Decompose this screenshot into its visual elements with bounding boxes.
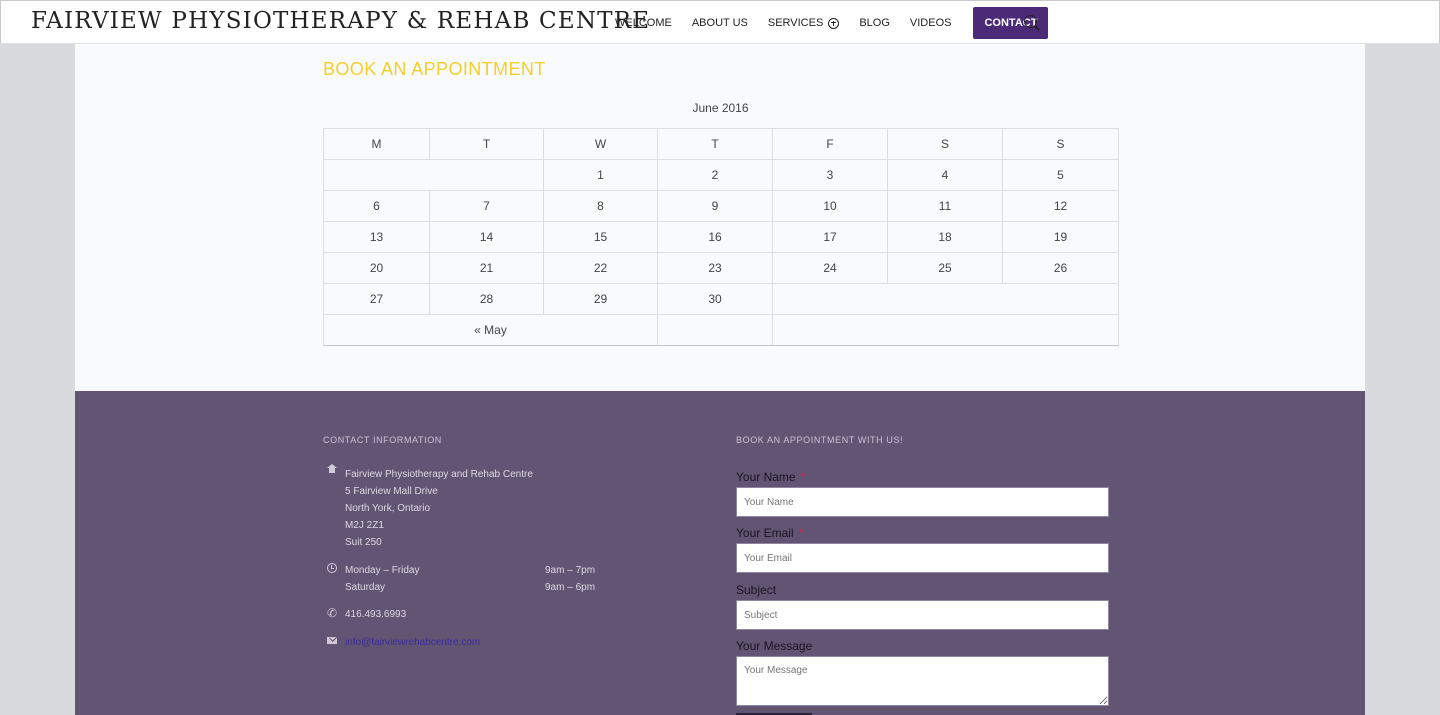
- email-input[interactable]: [736, 543, 1109, 573]
- booking-section: BOOK AN APPOINTMENT June 2016 M T W T F …: [75, 44, 1365, 391]
- calendar-nav-pad: [657, 314, 773, 346]
- booking-form-heading: BOOK AN APPOINTMENT WITH US!: [736, 435, 904, 445]
- calendar-day[interactable]: 14: [429, 221, 544, 253]
- calendar-day[interactable]: 30: [657, 283, 773, 315]
- site-header: FAIRVIEW PHYSIOTHERAPY & REHAB CENTRE WE…: [0, 0, 1440, 44]
- email-label-text: Your Email: [736, 526, 794, 540]
- main-nav: WELCOME ABOUT US SERVICES BLOG VIDEOS CO…: [615, 1, 1049, 45]
- weekday-header: S: [887, 128, 1003, 160]
- calendar-day[interactable]: 1: [543, 159, 658, 191]
- booking-title: BOOK AN APPOINTMENT: [323, 59, 546, 79]
- calendar-day[interactable]: 20: [323, 252, 430, 284]
- calendar-day[interactable]: 13: [323, 221, 430, 253]
- calendar-prev-month-link[interactable]: « May: [323, 314, 658, 346]
- calendar-pad-cell: [772, 283, 1119, 315]
- calendar-day[interactable]: 2: [657, 159, 773, 191]
- required-mark: *: [798, 526, 804, 540]
- calendar-week-row: 1 2 3 4 5: [323, 159, 1119, 191]
- calendar-weekday-row: M T W T F S S: [323, 128, 1119, 160]
- hours-block: Monday – Friday 9am – 7pm Saturday 9am –…: [345, 562, 615, 596]
- contact-info-heading: CONTACT INFORMATION: [323, 435, 442, 445]
- calendar-day[interactable]: 16: [657, 221, 773, 253]
- calendar-next-month-cell: [772, 314, 1119, 346]
- calendar-day[interactable]: 27: [323, 283, 430, 315]
- message-textarea[interactable]: [736, 656, 1109, 706]
- calendar-day[interactable]: 6: [323, 190, 430, 222]
- weekday-header: M: [323, 128, 430, 160]
- calendar-day[interactable]: 3: [772, 159, 888, 191]
- subject-input[interactable]: [736, 600, 1109, 630]
- required-mark: *: [800, 470, 806, 484]
- weekday-header: T: [657, 128, 773, 160]
- calendar-nav-row: « May: [323, 314, 1119, 346]
- weekday-header: F: [772, 128, 888, 160]
- calendar-day[interactable]: 10: [772, 190, 888, 222]
- calendar-day[interactable]: 8: [543, 190, 658, 222]
- nav-services-label: SERVICES: [767, 17, 824, 29]
- calendar-week-row: 13 14 15 16 17 18 19: [323, 221, 1119, 253]
- calendar-day[interactable]: 26: [1002, 252, 1119, 284]
- calendar-day[interactable]: 18: [887, 221, 1003, 253]
- message-label: Your Message: [736, 639, 813, 653]
- weekday-header: W: [543, 128, 658, 160]
- address-block: Fairview Physiotherapy and Rehab Centre …: [345, 466, 533, 551]
- clock-icon: [327, 563, 337, 573]
- hours-days: Saturday: [345, 582, 386, 593]
- calendar-day[interactable]: 12: [1002, 190, 1119, 222]
- home-icon: [327, 464, 337, 476]
- calendar-day[interactable]: 19: [1002, 221, 1119, 253]
- calendar-week-row: 27 28 29 30: [323, 283, 1119, 315]
- nav-services[interactable]: SERVICES: [767, 17, 840, 29]
- weekday-header: S: [1002, 128, 1119, 160]
- calendar-pad-cell: [323, 159, 544, 191]
- address-line: Suit 250: [345, 537, 382, 548]
- address-line: North York, Ontario: [345, 503, 431, 514]
- address-line: Fairview Physiotherapy and Rehab Centre: [345, 469, 533, 480]
- calendar-day[interactable]: 9: [657, 190, 773, 222]
- site-logo[interactable]: FAIRVIEW PHYSIOTHERAPY & REHAB CENTRE: [31, 8, 650, 34]
- calendar-day[interactable]: 7: [429, 190, 544, 222]
- nav-blog[interactable]: BLOG: [859, 17, 890, 29]
- phone-number[interactable]: 416.493.6993: [345, 606, 406, 623]
- address-line: 5 Fairview Mall Drive: [345, 486, 438, 497]
- calendar-day[interactable]: 21: [429, 252, 544, 284]
- calendar-day[interactable]: 29: [543, 283, 658, 315]
- name-label-text: Your Name: [736, 470, 796, 484]
- calendar-day[interactable]: 4: [887, 159, 1003, 191]
- email-link[interactable]: info@fairviewrehabcentre.com: [345, 634, 480, 651]
- calendar-day[interactable]: 23: [657, 252, 773, 284]
- hours-time: 9am – 6pm: [545, 582, 596, 593]
- nav-about-us[interactable]: ABOUT US: [692, 17, 748, 29]
- calendar-day[interactable]: 25: [887, 252, 1003, 284]
- calendar-day[interactable]: 11: [887, 190, 1003, 222]
- calendar: M T W T F S S 1 2 3 4 5 6 7 8 9 10 11 12…: [323, 128, 1119, 346]
- hours-time: 9am – 7pm: [545, 565, 596, 576]
- search-icon[interactable]: [1024, 15, 1037, 28]
- nav-welcome[interactable]: WELCOME: [615, 17, 672, 29]
- plus-circle-icon[interactable]: [828, 17, 840, 29]
- calendar-day[interactable]: 15: [543, 221, 658, 253]
- email-label: Your Email *: [736, 526, 803, 540]
- name-input[interactable]: [736, 487, 1109, 517]
- calendar-day[interactable]: 22: [543, 252, 658, 284]
- calendar-day[interactable]: 5: [1002, 159, 1119, 191]
- nav-videos[interactable]: VIDEOS: [910, 17, 952, 29]
- calendar-day[interactable]: 17: [772, 221, 888, 253]
- nav-contact-button[interactable]: CONTACT: [973, 7, 1049, 39]
- calendar-day[interactable]: 28: [429, 283, 544, 315]
- hours-row: Monday – Friday 9am – 7pm: [345, 562, 615, 579]
- mail-icon: [327, 637, 337, 644]
- hours-days: Monday – Friday: [345, 565, 420, 576]
- phone-icon: ✆: [327, 606, 338, 620]
- calendar-day[interactable]: 24: [772, 252, 888, 284]
- name-label: Your Name *: [736, 470, 805, 484]
- calendar-caption: June 2016: [692, 101, 749, 115]
- subject-label: Subject: [736, 583, 777, 597]
- weekday-header: T: [429, 128, 544, 160]
- calendar-week-row: 6 7 8 9 10 11 12: [323, 190, 1119, 222]
- hours-row: Saturday 9am – 6pm: [345, 579, 615, 596]
- calendar-week-row: 20 21 22 23 24 25 26: [323, 252, 1119, 284]
- address-line: M2J 2Z1: [345, 520, 384, 531]
- site-footer: CONTACT INFORMATION Fairview Physiothera…: [75, 391, 1365, 715]
